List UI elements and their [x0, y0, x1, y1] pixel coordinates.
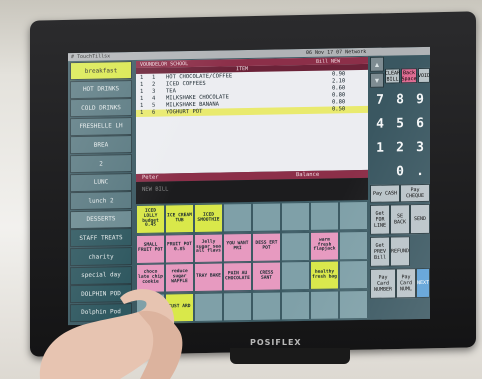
action-button[interactable]: Pay Card NUMBER [370, 268, 396, 299]
product-button[interactable] [223, 202, 252, 233]
keypad-key[interactable]: 8 [390, 88, 410, 110]
ticket-name: TEA [166, 88, 176, 95]
product-button[interactable]: ICED LOLLY budget 0.45 [136, 204, 165, 234]
product-button[interactable]: SMALL FRUIT POT [136, 233, 165, 264]
action-button[interactable]: Pay Card NUML [396, 268, 416, 299]
product-button[interactable]: ICE CREAM TUB [165, 203, 194, 234]
ticket-price: 0.90 [332, 71, 346, 78]
product-button[interactable]: FRUIT POT 0.85 [165, 233, 194, 263]
balance-label: Balance [296, 171, 320, 179]
ticket-price: 0.50 [332, 106, 346, 113]
product-button[interactable] [339, 200, 368, 231]
product-button[interactable] [223, 291, 252, 321]
action-button[interactable]: REFUND [390, 236, 410, 267]
keypad-key[interactable]: . [410, 160, 430, 182]
action-button[interactable]: Get PREV Bill [370, 236, 390, 267]
category-button[interactable]: 2 [70, 154, 132, 174]
action-button[interactable]: NEXT [416, 267, 430, 299]
product-button[interactable] [310, 201, 339, 231]
product-button[interactable]: DESS ERT POT [252, 231, 281, 262]
category-button[interactable]: BREA [70, 135, 132, 155]
keypad-key[interactable]: 5 [390, 112, 410, 134]
keypad-key[interactable]: 9 [410, 88, 430, 110]
category-button[interactable]: lunch 2 [70, 191, 132, 211]
product-button[interactable] [252, 290, 281, 321]
ticket-name: HOT CHOCOLATE/COFFEE [166, 73, 233, 81]
ticket-name: MILKSHAKE CHOCOLATE [166, 94, 229, 102]
ticket-num: 5 [152, 102, 156, 109]
scroll-up-button[interactable]: ▲ [370, 56, 384, 72]
ticket-name: MILKSHAKE BANANA [166, 101, 219, 109]
action-button[interactable]: VOID [418, 67, 430, 84]
bill-ticket: VOUNDELOR SCHOOL Bill NEW ITEM 1 1 HOT CHO… [136, 56, 368, 174]
action-button[interactable]: SE BACK [390, 204, 410, 235]
action-button[interactable]: SEND [410, 203, 430, 235]
product-button[interactable] [339, 259, 368, 290]
ticket-num: 6 [152, 109, 156, 116]
product-button[interactable]: CRESS SANT [252, 261, 281, 291]
ticket-qty: 1 [140, 81, 144, 88]
action-button[interactable]: Pay CASH [370, 184, 400, 203]
product-button[interactable] [339, 230, 368, 260]
category-button[interactable]: DESSERTS [70, 209, 132, 229]
category-button[interactable]: breakfast [70, 61, 132, 81]
ticket-price: 0.80 [332, 99, 346, 106]
ticket-price: 0.60 [332, 85, 346, 92]
keypad-key[interactable]: 0 [390, 160, 410, 182]
product-button[interactable] [339, 289, 368, 319]
ticket-num: 1 [152, 74, 156, 81]
category-button[interactable]: STAFF TREATS [70, 228, 132, 248]
product-button[interactable] [281, 231, 310, 261]
product-button[interactable]: Jelly sugar sea all flavs [194, 232, 223, 263]
keypad-key[interactable]: 3 [410, 136, 430, 158]
ticket-num: 3 [152, 88, 156, 95]
ticket-name: YOGHURT POT [166, 108, 203, 116]
action-button[interactable]: Back Space [401, 68, 417, 84]
keypad-key[interactable]: 4 [370, 113, 390, 135]
product-button[interactable] [310, 289, 339, 320]
operator-hand [39, 289, 183, 379]
user-label: # TouchTillsx [71, 53, 111, 61]
product-button[interactable] [281, 201, 310, 232]
keypad-key[interactable]: 6 [410, 112, 430, 134]
category-button[interactable]: HOT DRINKS [70, 79, 132, 99]
category-button[interactable]: COLD DRINKS [70, 98, 132, 118]
product-button[interactable]: warm fresh flapjack [310, 230, 339, 261]
ticket-qty: 1 [140, 102, 144, 109]
product-button[interactable]: PAIN AU CHOCOLATE [223, 261, 252, 292]
ticket-column-item: ITEM [236, 66, 249, 73]
message-text: NEW BILL [142, 186, 169, 193]
product-button[interactable] [252, 202, 281, 232]
category-button[interactable]: LUNC [70, 172, 132, 192]
ticket-num: 2 [152, 81, 156, 88]
category-button[interactable]: charity [70, 247, 132, 267]
keypad-key[interactable]: 1 [370, 137, 390, 159]
ticket-qty: 1 [140, 109, 144, 116]
scroll-down-button[interactable]: ▼ [370, 72, 384, 88]
ticket-price: 2.10 [332, 78, 346, 85]
ticket-num: 4 [152, 95, 156, 102]
action-button[interactable]: Pay CHEQUE [400, 183, 430, 203]
action-button[interactable]: Get FOR LINE [370, 204, 390, 235]
ticket-qty: 1 [140, 74, 144, 81]
monitor-stand [230, 348, 350, 364]
product-button[interactable]: healthy fresh bag [310, 260, 339, 290]
category-button[interactable]: FRESHELLE LH [70, 116, 132, 136]
datetime-label: 06 Nov 17 07 Network [306, 48, 367, 57]
product-button[interactable] [281, 290, 310, 320]
brand-logo: POSIFLEX [250, 338, 302, 347]
ticket-qty: 1 [140, 95, 144, 102]
ticket-qty: 1 [140, 88, 144, 95]
ticket-name: ICED COFFEES [166, 80, 206, 88]
keypad-key[interactable]: 7 [370, 89, 390, 111]
ticket-price: 0.80 [332, 92, 346, 99]
keypad-key[interactable]: 2 [390, 136, 410, 158]
product-button[interactable] [281, 260, 310, 291]
message-area: NEW BILL [136, 177, 368, 204]
product-button[interactable]: ICED SMOOTHIE [194, 203, 223, 233]
customer-name: Peter [142, 174, 159, 181]
product-button[interactable]: YOU WANT PRI [223, 232, 252, 262]
action-button[interactable]: CLEAR BILL [385, 68, 400, 84]
right-panel: ▲ ▼ CLEAR BILL Back Space VOID 7 8 9 4 5 6 1 2 3 0. Pay… [370, 55, 430, 320]
